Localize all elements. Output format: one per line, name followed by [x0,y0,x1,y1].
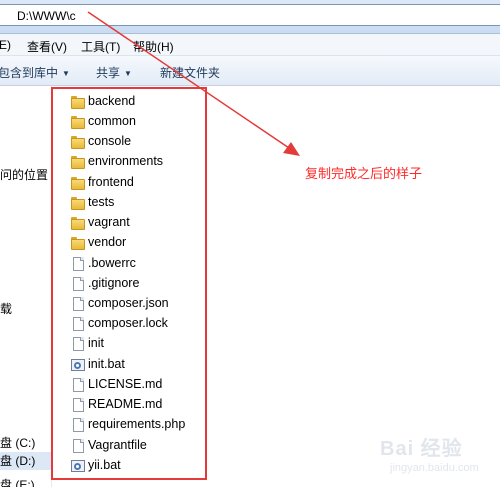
include-in-library-button[interactable]: 包含到库中 ▼ [0,64,70,81]
dropdown-arrow-icon: ▼ [124,69,132,78]
baidu-watermark: Bai 经验 jingyan.baidu.com [380,432,500,482]
nav-item-drive-c[interactable]: 盘 (C:) [0,434,35,451]
new-folder-button[interactable]: 新建文件夹 [160,64,220,81]
dropdown-arrow-icon: ▼ [62,69,70,78]
address-bar[interactable]: D:\WWW\c [0,4,500,26]
nav-item-drive-d-label: 盘 (D:) [0,454,36,468]
address-bar-area: D:\WWW\c [0,0,500,34]
share-button[interactable]: 共享 ▼ [96,64,132,81]
nav-item-drive-e[interactable]: 盘 (E:) [0,476,35,487]
watermark-url: jingyan.baidu.com [390,462,479,474]
include-in-library-label: 包含到库中 [0,66,59,80]
menu-view[interactable]: 查看(V) [27,38,67,55]
annotation-text: 复制完成之后的样子 [305,166,423,181]
menu-help[interactable]: 帮助(H) [133,38,174,55]
menu-edit[interactable]: E) [0,38,11,52]
watermark-logo: Bai 经验 [380,438,463,460]
share-label: 共享 [96,66,121,80]
highlight-box [51,87,207,480]
menu-tools[interactable]: 工具(T) [81,38,120,55]
menu-bar: E) 查看(V) 工具(T) 帮助(H) [0,34,500,56]
command-bar: 包含到库中 ▼ 共享 ▼ 新建文件夹 [0,56,500,86]
nav-item-drive-d[interactable]: 盘 (D:) [0,452,52,470]
nav-item-downloads[interactable]: 载 [0,300,12,317]
address-path[interactable]: D:\WWW\c [17,9,76,23]
navigation-pane: 问的位置 载 盘 (C:) 盘 (D:) 盘 (E:) [0,86,52,487]
nav-item-recent-places[interactable]: 问的位置 [0,166,48,183]
